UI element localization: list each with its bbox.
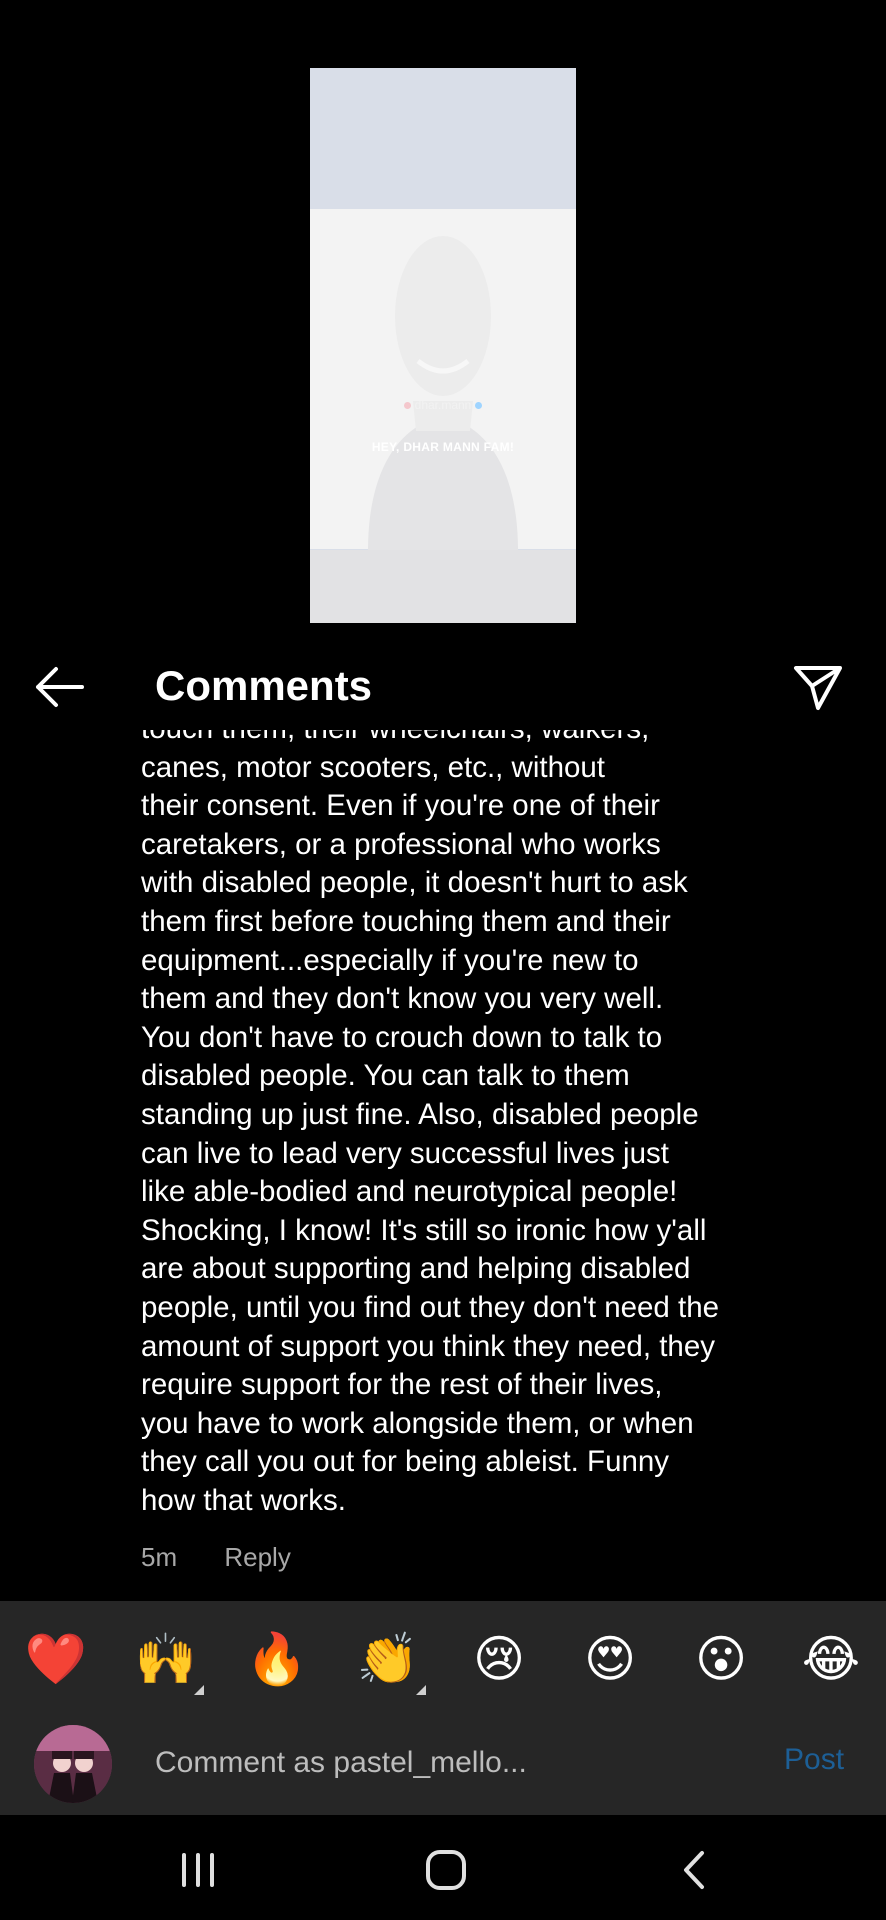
avatar-image (34, 1725, 112, 1803)
surprised-face-emoji-button[interactable]: 😮 (689, 1627, 753, 1691)
home-icon[interactable] (416, 1845, 476, 1895)
comment-input[interactable] (155, 1737, 755, 1789)
fire-emoji-button[interactable]: 🔥 (245, 1627, 309, 1691)
skin-tone-indicator-icon (194, 1685, 204, 1695)
comment-line: their consent. Even if you're one of the… (141, 789, 660, 823)
comment-line: equipment...especially if you're new to (141, 943, 639, 977)
arrow-left-icon[interactable] (30, 662, 86, 712)
comment-line: them and they don't know you very well. (141, 982, 664, 1016)
comment-line: are about supporting and helping disable… (141, 1252, 691, 1286)
comment-line: they call you out for being ableist. Fun… (141, 1445, 670, 1479)
comment-time: 5m (141, 1542, 178, 1572)
comment-text: touch them, their wheelchairs, walkers, … (141, 730, 801, 1520)
person-silhouette (368, 236, 518, 551)
skin-tone-indicator-icon (416, 1685, 426, 1695)
video-handle: dhar.mann (310, 398, 576, 412)
comment-line: people, until you find out they don't ne… (141, 1290, 720, 1324)
comment-line: disabled people. You can talk to them (141, 1059, 630, 1093)
comments-header: Comments (0, 650, 886, 722)
comment-line: You don't have to crouch down to talk to (141, 1020, 663, 1054)
comment-line: Shocking, I know! It's still so ironic h… (141, 1213, 707, 1247)
comment-line: you have to work alongside them, or when (141, 1406, 694, 1440)
heart-eyes-emoji-button[interactable]: 😍 (578, 1627, 642, 1691)
video-thumbnail[interactable]: dhar.mann HEY, DHAR MANN FAM! (310, 68, 576, 623)
comment-line: with disabled people, it doesn't hurt to… (141, 866, 688, 900)
comment-line: can live to lead very successful lives j… (141, 1136, 669, 1170)
comment-line: them first before touching them and thei… (141, 904, 671, 938)
comment-line: standing up just fine. Also, disabled pe… (141, 1097, 699, 1131)
clapping-hands-emoji-button[interactable]: 👏 (356, 1627, 420, 1691)
emoji-bar: ❤️ 🙌 🔥 👏 😢 😍 😮 😂 (0, 1601, 886, 1713)
comment-line: how that works. (141, 1483, 346, 1517)
comment-line: touch them, their wheelchairs, walkers, (141, 730, 801, 749)
recent-apps-icon[interactable] (168, 1845, 228, 1895)
comment-line: canes, motor scooters, etc., without (141, 750, 606, 784)
comment-list[interactable]: touch them, their wheelchairs, walkers, … (0, 730, 886, 1600)
post-button[interactable]: Post (784, 1743, 844, 1777)
page-title: Comments (155, 662, 373, 709)
comment-line: amount of support you think they need, t… (141, 1329, 715, 1363)
crying-face-emoji-button[interactable]: 😢 (467, 1627, 531, 1691)
tears-of-joy-emoji-button[interactable]: 😂 (799, 1627, 863, 1691)
comment-composer: Post (0, 1713, 886, 1815)
video-caption: HEY, DHAR MANN FAM! (371, 440, 515, 454)
raising-hands-emoji-button[interactable]: 🙌 (134, 1627, 198, 1691)
back-nav-icon[interactable] (664, 1845, 724, 1895)
paper-plane-icon[interactable] (790, 660, 846, 714)
reply-button[interactable]: Reply (224, 1542, 290, 1572)
video-frame (310, 209, 576, 623)
heart-emoji-button[interactable]: ❤️ (24, 1627, 88, 1691)
verified-icon (475, 402, 483, 410)
comment-line: caretakers, or a professional who works (141, 827, 661, 861)
avatar[interactable] (34, 1725, 112, 1803)
handle-dot-icon (403, 402, 411, 410)
comment-line: like able-bodied and neurotypical people… (141, 1175, 678, 1209)
comment-line: require support for the rest of their li… (141, 1368, 663, 1402)
comment-meta: 5m Reply (141, 1542, 291, 1573)
system-nav-bar (0, 1815, 886, 1920)
